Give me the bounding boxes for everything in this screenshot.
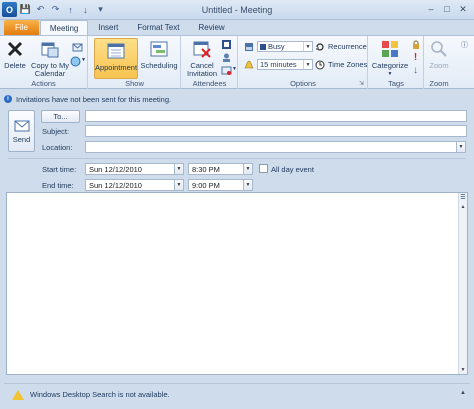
categorize-arrow-icon: ▼ [387,71,393,77]
tab-format-text[interactable]: Format Text [128,20,188,35]
start-date-dropdown-icon[interactable]: ▼ [174,163,184,175]
window-controls: – □ ✕ [424,3,470,15]
ribbon-tabs: File Meeting Insert Format Text Review [0,19,474,35]
actions-group: Delete Copy to My Calendar ▼ Actions [0,36,88,89]
ribbon-help-icon[interactable]: ⓘ [461,40,468,50]
warning-icon [12,389,24,400]
reminder-arrow-icon: ▼ [303,60,312,69]
status-bar: Windows Desktop Search is not available.… [4,383,470,405]
copy-to-calendar-button[interactable]: Copy to My Calendar [30,38,70,78]
end-date-field[interactable]: Sun 12/12/2010 [85,179,175,191]
to-field[interactable] [85,110,467,122]
show-as-dropdown[interactable]: Busy ▼ [257,41,313,52]
forward-icon[interactable] [72,42,83,53]
categorize-icon [379,38,401,60]
web-browser-icon[interactable] [70,56,81,67]
show-group: Appointment Scheduling Show [89,36,181,89]
zoom-magnifier-icon [428,38,450,60]
tab-insert[interactable]: Insert [89,20,127,35]
time-zones-button[interactable]: Time Zones [314,59,367,70]
scroll-up-icon[interactable]: ▲ [459,202,467,211]
reminder-row: 15 minutes ▼ [243,59,313,70]
all-day-checkbox[interactable] [259,164,268,173]
recurrence-icon [314,41,325,52]
response-options-icon[interactable] [221,65,232,76]
options-group: Busy ▼ Recurrence 15 minutes ▼ Time Zone… [239,36,368,89]
location-field[interactable] [85,141,457,153]
show-as-arrow-icon: ▼ [303,42,312,51]
cancel-invitation-icon [191,38,213,60]
reminder-dropdown[interactable]: 15 minutes ▼ [257,59,313,70]
minimize-icon[interactable]: – [424,3,438,15]
scheduling-icon [148,38,170,60]
form-separator [8,158,466,159]
show-as-icon [243,41,254,52]
info-bar: i Invitations have not been sent for thi… [4,93,470,105]
check-names-icon[interactable] [221,52,232,63]
start-time-label: Start time: [42,165,77,174]
location-dropdown-icon[interactable]: ▼ [456,141,466,153]
end-time-dropdown-icon[interactable]: ▼ [243,179,253,191]
all-day-label: All day event [271,165,314,174]
reminder-bell-icon [243,59,254,70]
scroll-down-icon[interactable]: ▼ [459,365,467,374]
response-dropdown-icon[interactable]: ▼ [232,66,237,72]
end-time-label: End time: [42,181,74,190]
close-icon[interactable]: ✕ [456,3,470,15]
window-title: Untitled - Meeting [201,5,273,15]
end-date-dropdown-icon[interactable]: ▼ [174,179,184,191]
zoom-group: Zoom Zoom [425,36,453,89]
appointment-icon [105,40,127,62]
address-book-icon[interactable] [221,39,232,50]
appointment-button[interactable]: Appointment [94,38,138,79]
delete-icon [4,38,26,60]
tab-review[interactable]: Review [189,20,233,35]
start-time-field[interactable]: 8:30 PM [188,163,244,175]
copy-calendar-icon [39,38,61,60]
delete-button[interactable]: Delete [3,38,27,70]
end-time-field[interactable]: 9:00 PM [188,179,244,191]
busy-color-icon [260,43,266,50]
scheduling-button[interactable]: Scheduling [140,38,178,70]
title-bar: O 💾 ↶ ↷ ↑ ↓ ▾ Untitled - Meeting – □ ✕ [0,0,474,20]
send-envelope-icon [14,120,29,131]
subject-label: Subject: [42,127,70,136]
message-body[interactable]: ☰ ▲ ▼ [6,192,468,375]
categorize-button[interactable]: Categorize ▼ [371,38,409,78]
send-button[interactable]: Send [8,110,35,152]
status-expand-icon[interactable]: ▲ [460,390,466,396]
ribbon: Delete Copy to My Calendar ▼ Actions App… [0,35,474,89]
show-as-row: Busy ▼ [243,41,313,52]
zoom-button[interactable]: Zoom [426,38,452,70]
subject-field[interactable] [85,125,467,137]
low-importance-icon[interactable]: ↓ [410,65,421,76]
attendees-group: Cancel Invitation ▼ Attendees [182,36,238,89]
high-importance-icon[interactable]: ! [410,52,421,63]
location-label: Location: [42,143,73,152]
tab-file[interactable]: File [4,20,39,35]
info-icon: i [4,95,12,103]
dropdown-arrow-icon[interactable]: ▼ [81,57,86,63]
time-zones-icon [314,59,325,70]
start-time-dropdown-icon[interactable]: ▼ [243,163,253,175]
start-date-field[interactable]: Sun 12/12/2010 [85,163,175,175]
body-scrollbar[interactable]: ☰ ▲ ▼ [458,193,467,374]
tags-group: Categorize ▼ ! ↓ Tags [369,36,424,89]
to-button[interactable]: To... [41,110,80,123]
private-lock-icon[interactable] [410,39,421,50]
maximize-icon[interactable]: □ [440,3,454,15]
ruler-toggle-icon[interactable]: ☰ [459,193,467,202]
tab-meeting[interactable]: Meeting [39,20,89,35]
recurrence-button[interactable]: Recurrence [314,41,367,52]
cancel-invitation-button[interactable]: Cancel Invitation [184,38,220,78]
